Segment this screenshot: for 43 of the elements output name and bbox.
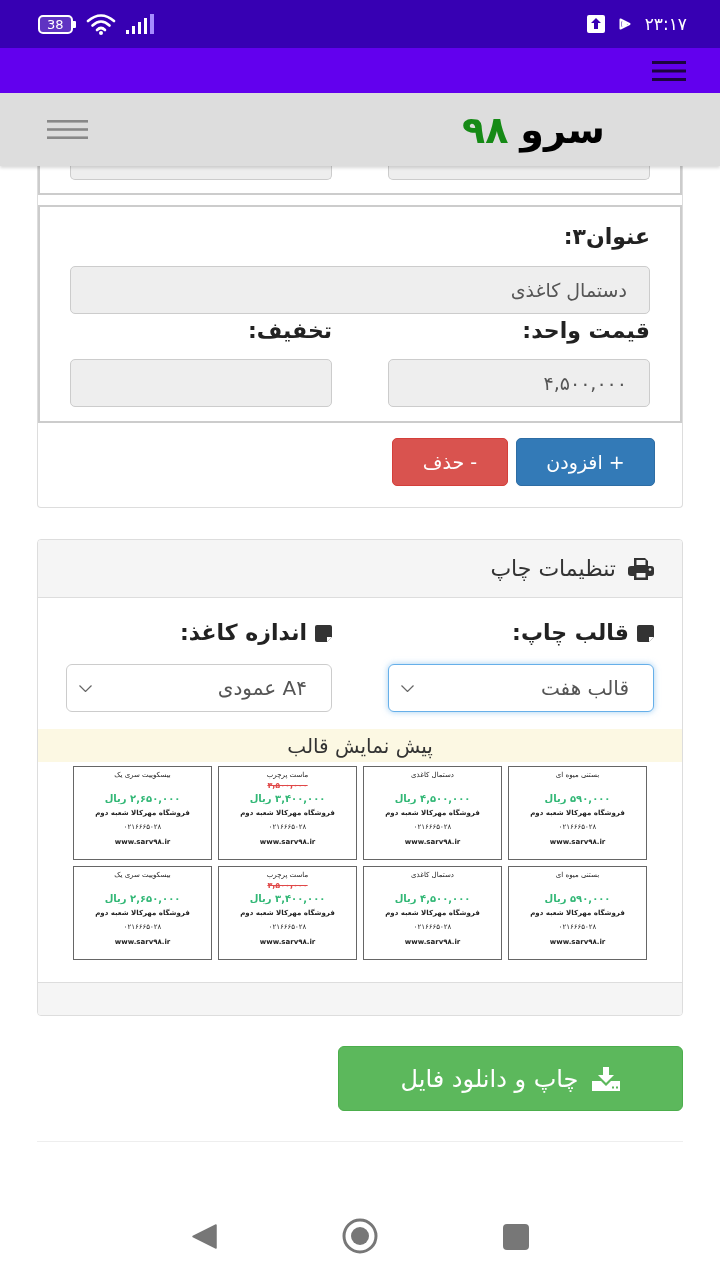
price: ۴,۵۰۰,۰۰۰ ریال [394,792,471,805]
recents-icon[interactable] [502,1224,529,1250]
panel-title: تنظیمات چاپ [490,557,616,580]
delete-button[interactable]: - حذف [392,438,508,486]
price: ۵۹۰,۰۰۰ ریال [544,892,611,905]
field-label: اندازه کاغذ: [180,622,307,644]
note-icon [315,624,332,642]
price: ۲,۶۵۰,۰۰۰ ریال [104,792,181,805]
price: ۲,۶۵۰,۰۰۰ ریال [104,892,181,905]
field-label: قیمت واحد: [522,317,650,346]
printer-icon [628,557,654,580]
field-label: عنوان۳: [563,223,650,252]
select-field[interactable]: A۴ عمودی [66,664,332,712]
upload-icon [586,15,605,33]
input-field[interactable]: ۴,۵۰۰,۰۰۰ [388,359,650,407]
select-field[interactable]: قالب هفت [388,664,654,712]
play-icon [618,18,631,30]
chevron-down-icon [401,684,414,692]
download-icon [592,1066,621,1091]
menu-icon[interactable] [47,120,88,139]
battery-indicator: 38 [38,14,76,34]
input-field[interactable] [70,359,332,407]
input-field[interactable]: دستمال کاغذی [70,266,650,314]
field-label: قالب چاپ: [512,622,629,644]
note-icon [637,624,654,642]
clock-time: ۲۳:۱۷ [644,15,687,33]
price: ۳,۴۰۰,۰۰۰ ریال [249,792,326,805]
price: ۵۹۰,۰۰۰ ریال [544,792,611,805]
price: ۴,۵۰۰,۰۰۰ ریال [394,892,471,905]
menu-icon[interactable] [652,60,686,81]
home-icon[interactable] [341,1218,378,1254]
input-field[interactable] [70,166,332,180]
signal-icon [125,14,156,34]
field-label: تخفیف: [248,317,332,345]
back-icon[interactable] [191,1224,217,1249]
preview-banner: پیش نمایش قالب [38,729,682,762]
input-field[interactable] [388,166,650,180]
old-price: ۳,۵۰۰,۰۰۰ [267,881,308,891]
add-button[interactable]: + افزودن [516,438,655,486]
old-price: ۳,۵۰۰,۰۰۰ [267,781,308,791]
chevron-down-icon [79,684,92,692]
price: ۳,۴۰۰,۰۰۰ ریال [249,892,326,905]
wifi-icon [85,13,116,35]
